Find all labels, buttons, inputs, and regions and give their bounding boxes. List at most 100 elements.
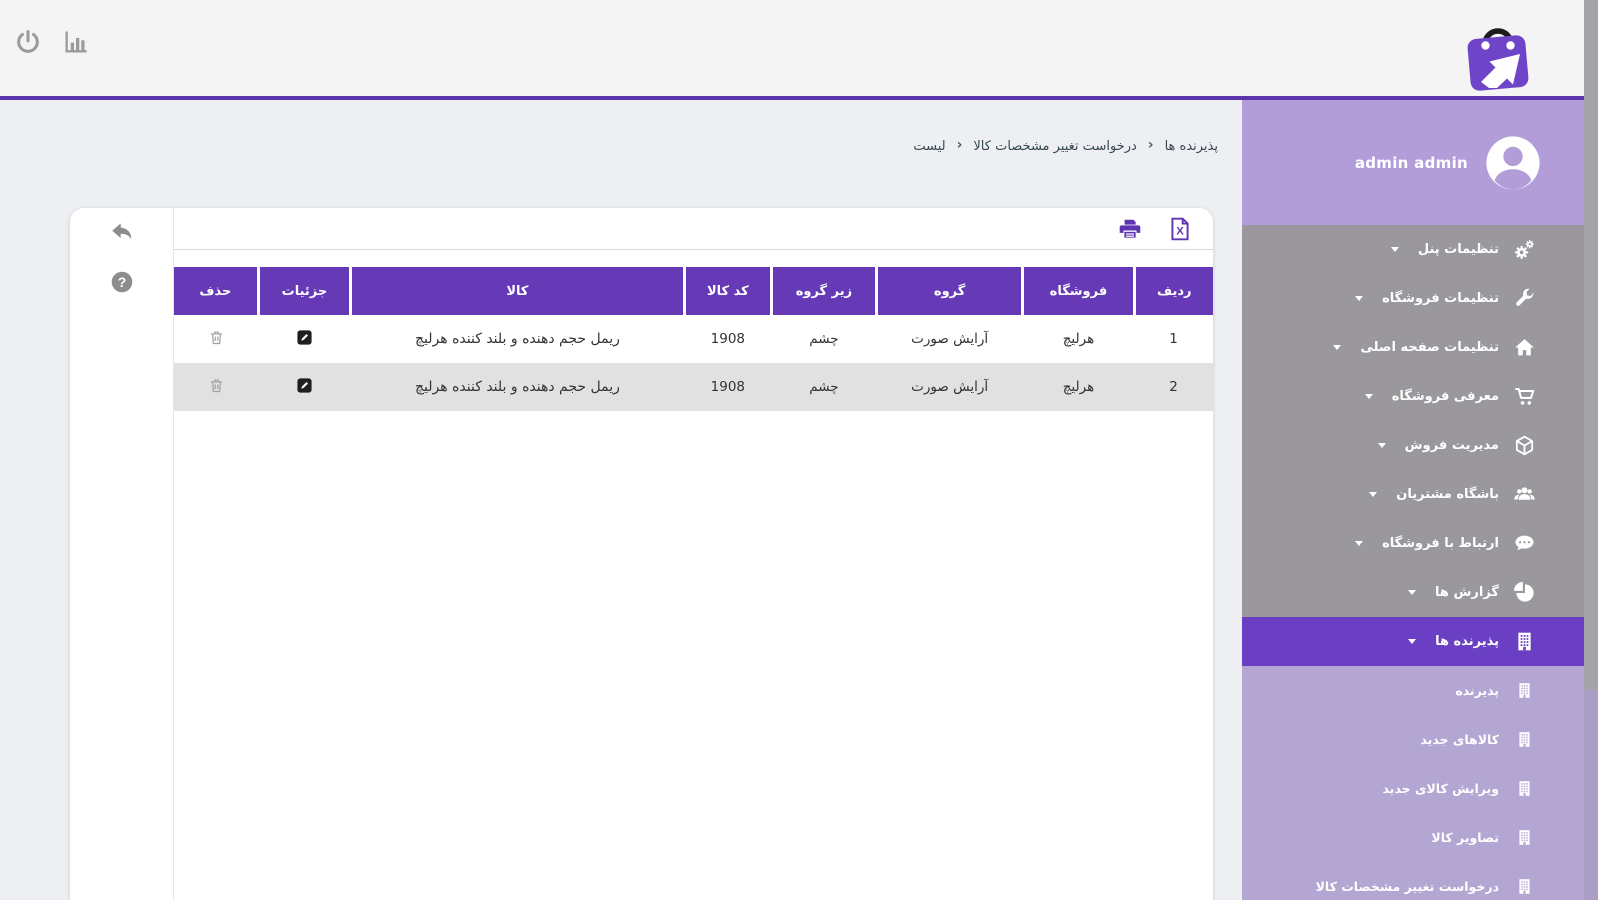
col-header-details: جزئیات [256,267,351,315]
bar-chart-icon[interactable] [62,28,90,56]
chevron-down-icon [1369,492,1378,497]
chevron-down-icon [1408,639,1417,644]
user-name: admin admin [1354,153,1468,172]
card-main: X ردیف فروشگاه گروه زیر گروه کد کالا کالا جزئی… [174,208,1213,900]
cell-row-number: 1 [1169,331,1178,347]
delete-button[interactable] [208,377,225,394]
chevron-down-icon [1377,443,1386,448]
breadcrumb-separator-icon: ‹ [956,137,963,153]
topbar [0,0,1598,96]
sidebar-item-sales-management[interactable]: مدیریت فروش [1242,421,1598,470]
cell-product-code: 1908 [710,331,745,347]
building-icon [1512,630,1536,653]
wrench-icon [1512,287,1536,310]
shopping-bag-arrow-logo[interactable] [1464,6,1532,92]
chevron-down-icon [1355,296,1364,301]
cell-row-number: 2 [1169,379,1178,395]
cube-icon [1512,434,1536,457]
topbar-icons [14,28,90,56]
chevron-down-icon [1364,394,1373,399]
cell-group: آرایش صورت [911,331,989,347]
user-avatar-icon [1484,134,1542,192]
cell-details [258,363,350,411]
sidebar-item-store-intro[interactable]: معرفی فروشگاه [1242,372,1598,421]
content-card: ? X ردیف فروشگاه گروه زیر گروه کد کالا ک… [70,208,1213,900]
building-icon [1512,828,1536,847]
svg-text:X: X [1176,225,1184,237]
cart-icon [1512,385,1536,408]
card-side-gutter: ? [70,208,174,900]
home-icon [1512,336,1536,359]
cell-delete [174,315,258,363]
sidebar-item-customers-club[interactable]: باشگاه مشتریان [1242,470,1598,519]
breadcrumb-item[interactable]: لیست [913,139,945,154]
breadcrumb-item[interactable]: درخواست تغییر مشخصات کالا [973,139,1136,154]
power-icon[interactable] [14,28,42,56]
sidebar-item-acceptors[interactable]: پذیرنده ها [1242,617,1598,666]
pie-icon [1512,581,1536,604]
cell-product-name: ریمل حجم دهنده و بلند کننده هرلیچ [414,379,620,395]
cell-store: هرلیچ [1062,379,1095,395]
scrollbar-thumb[interactable] [1584,0,1598,690]
building-icon [1512,730,1536,749]
main-content: پذیرنده ها ‹ درخواست تغییر مشخصات کالا ‹ لیس… [0,100,1242,900]
details-button[interactable] [296,329,313,346]
requests-table-wrap: ردیف فروشگاه گروه زیر گروه کد کالا کالا جزئیات… [174,267,1213,411]
building-icon [1512,779,1536,798]
table-toolbar: X [174,208,1213,250]
table-row: 2 هرلیچ آرایش صورت چشم 1908 ریمل حجم دهنده و … [174,363,1213,411]
sidebar: admin admin تنظیمات پنل تنظیمات فروشگاه … [1242,100,1598,900]
sidebar-item-store-contact[interactable]: ارتباط با فروشگاه [1242,519,1598,568]
sidebar-item-store-settings[interactable]: تنظیمات فروشگاه [1242,274,1598,323]
requests-table: ردیف فروشگاه گروه زیر گروه کد کالا کالا جزئیات… [174,267,1213,411]
help-button[interactable]: ? [109,269,135,295]
cell-details [258,315,350,363]
excel-export-button[interactable]: X [1167,216,1193,242]
breadcrumb: پذیرنده ها ‹ درخواست تغییر مشخصات کالا ‹ لیس… [913,137,1218,154]
col-header-delete: حذف [174,267,259,315]
back-button[interactable] [109,221,135,247]
chevron-down-icon [1408,590,1417,595]
sidebar-subitem-acceptor[interactable]: پذیرنده [1242,666,1598,715]
col-header-product: کالا [349,267,685,315]
breadcrumb-item[interactable]: پذیرنده ها [1165,139,1218,154]
col-header-radif: ردیف [1132,267,1213,315]
sidebar-subitem-product-images[interactable]: تصاویر کالا [1242,813,1598,862]
sidebar-item-homepage-settings[interactable]: تنظیمات صفحه اصلی [1242,323,1598,372]
cell-delete [174,363,258,411]
user-panel[interactable]: admin admin [1242,100,1598,225]
chevron-down-icon [1333,345,1342,350]
table-header-row: ردیف فروشگاه گروه زیر گروه کد کالا کالا جزئیات… [174,267,1213,315]
cell-store: هرلیچ [1062,331,1095,347]
sidebar-subitem-product-change-request[interactable]: درخواست تغییر مشخصات کالا [1242,862,1598,900]
sidebar-submenu: پذیرنده کالاهای جدید ویرایش کالای جدید ت… [1242,666,1598,900]
chevron-down-icon [1355,541,1364,546]
app-window: admin admin تنظیمات پنل تنظیمات فروشگاه … [0,0,1598,900]
sidebar-item-reports[interactable]: گزارش ها [1242,568,1598,617]
comment-icon [1512,532,1536,555]
table-body: 1 هرلیچ آرایش صورت چشم 1908 ریمل حجم دهنده و … [174,315,1213,411]
delete-button[interactable] [208,329,225,346]
users-icon [1512,483,1536,506]
details-button[interactable] [296,377,313,394]
sidebar-item-panel-settings[interactable]: تنظیمات پنل [1242,225,1598,274]
cell-group: آرایش صورت [911,379,989,395]
table-row: 1 هرلیچ آرایش صورت چشم 1908 ریمل حجم دهنده و … [174,315,1213,363]
col-header-store: فروشگاه [1021,267,1135,315]
cell-subgroup: چشم [809,331,839,347]
col-header-code: کد کالا [682,267,772,315]
chevron-down-icon [1390,247,1399,252]
col-header-group: گروه [874,267,1023,315]
print-button[interactable] [1117,216,1143,242]
sidebar-subitem-new-products[interactable]: کالاهای جدید [1242,715,1598,764]
sidebar-subitem-edit-new-product[interactable]: ویرایش کالای جدید [1242,764,1598,813]
breadcrumb-separator-icon: ‹ [1147,137,1154,153]
cell-product-code: 1908 [710,379,745,395]
cell-subgroup: چشم [809,379,839,395]
gears-icon [1512,238,1536,261]
svg-text:?: ? [117,274,126,290]
col-header-subgroup: زیر گروه [769,267,877,315]
cell-product-name: ریمل حجم دهنده و بلند کننده هرلیچ [414,331,620,347]
building-icon [1512,877,1536,896]
building-icon [1512,681,1536,700]
